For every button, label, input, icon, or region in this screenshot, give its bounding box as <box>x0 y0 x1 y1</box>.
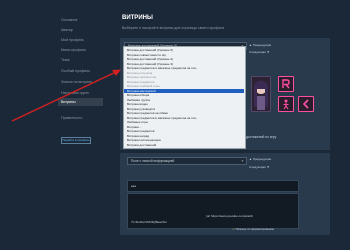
annotation-arrow <box>11 69 121 122</box>
